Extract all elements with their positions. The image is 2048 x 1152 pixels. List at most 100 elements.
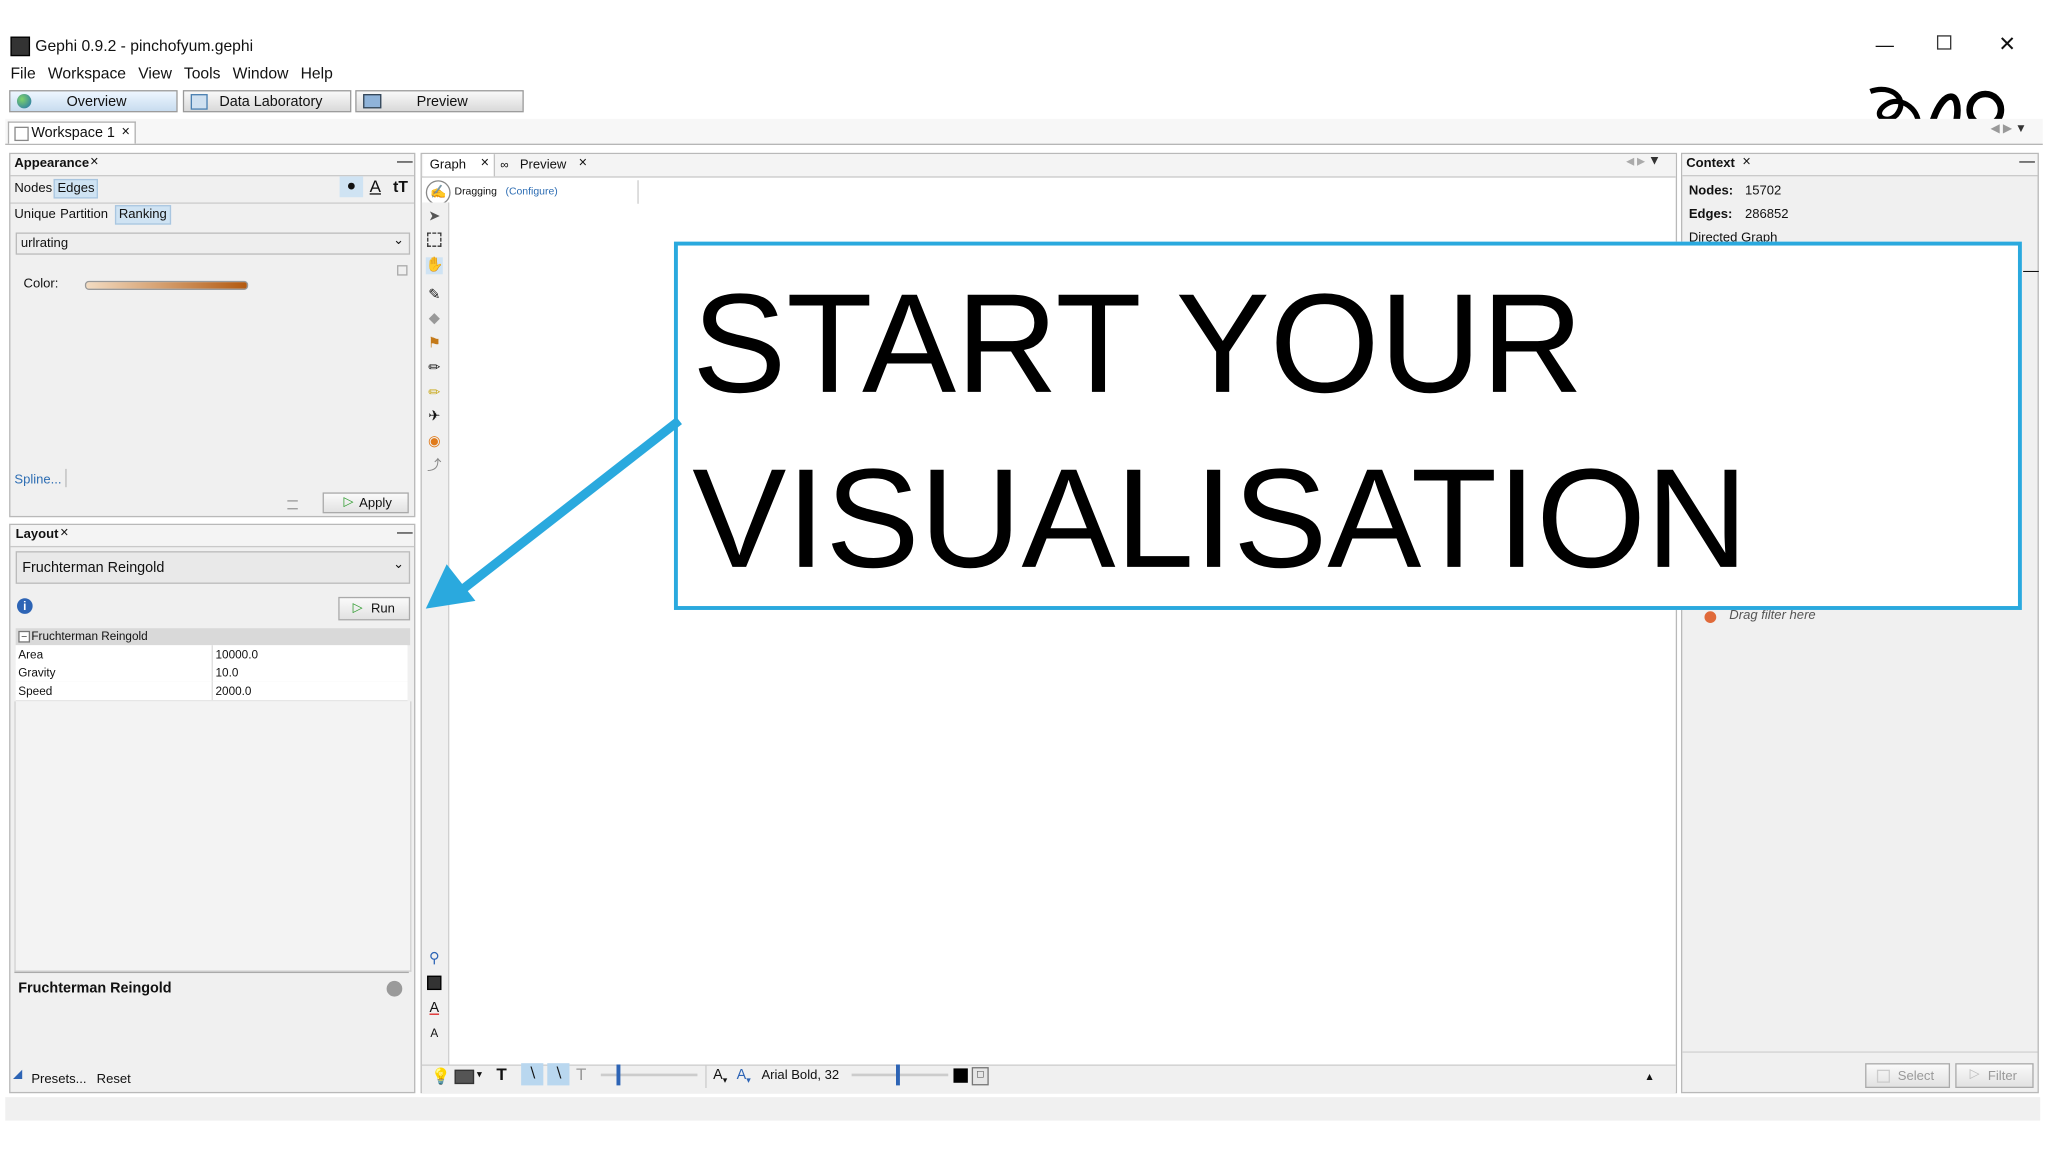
tab-graph[interactable]: Graph × [423, 154, 496, 177]
menu-workspace[interactable]: Workspace [48, 64, 126, 82]
slider-thumb[interactable] [895, 1064, 900, 1086]
label-color-swatch[interactable] [953, 1068, 968, 1083]
screenshot-icon[interactable] [454, 1069, 475, 1085]
edges-count-label: Edges: [1688, 207, 1733, 223]
label-attributes-icon[interactable]: □ [971, 1067, 989, 1086]
reset-link[interactable]: Reset [97, 1072, 131, 1086]
attribute-dropdown[interactable]: urlrating ⌄ [15, 232, 411, 255]
menu-window[interactable]: Window [233, 64, 289, 82]
restore-button[interactable] [1936, 35, 1952, 50]
property-row-speed[interactable]: Speed 2000.0 [15, 681, 408, 702]
property-row-area[interactable]: Area 10000.0 [15, 645, 408, 665]
table-icon [190, 94, 208, 110]
presets-link[interactable]: Presets... [31, 1072, 86, 1086]
font-increase-icon[interactable]: A▾ [737, 1067, 751, 1086]
nodes-count-label: Nodes: [1688, 184, 1734, 199]
edge-straight-icon[interactable]: ∖ [521, 1063, 544, 1086]
overview-mode-button[interactable]: Overview [9, 90, 178, 113]
close-appearance-icon[interactable]: × [90, 154, 98, 170]
gradient-options-icon[interactable] [397, 265, 408, 276]
label-size-icon[interactable]: tT [393, 178, 408, 196]
pencil-icon[interactable]: ✏ [426, 360, 443, 377]
painter-icon[interactable]: ⚑ [426, 336, 443, 353]
menu-bar: File Workspace View Tools Window Help [10, 64, 332, 82]
menu-file[interactable]: File [10, 64, 35, 82]
filter-button[interactable]: ▷ Filter [1955, 1063, 2034, 1088]
menu-tools[interactable]: Tools [184, 64, 221, 82]
minimize-panel-icon[interactable]: — [397, 152, 413, 170]
workspace-checkbox [14, 126, 29, 142]
font-size-icon[interactable]: A [426, 1025, 443, 1042]
label-color-icon[interactable]: A [370, 176, 381, 196]
show-labels-icon[interactable]: T [496, 1064, 506, 1084]
edge-curved-icon[interactable]: ∖ [547, 1063, 570, 1086]
workspace-tab[interactable]: Workspace 1 × [7, 121, 136, 144]
select-cursor-icon[interactable]: ➤ [426, 209, 443, 226]
ranking-list-icon[interactable] [287, 500, 298, 510]
chevron-down-icon: ⌄ [393, 557, 405, 573]
close-context-icon[interactable]: × [1742, 154, 1750, 170]
collapse-icon: – [18, 630, 31, 643]
tab-edges[interactable]: Edges [53, 178, 99, 199]
slider-thumb[interactable] [616, 1064, 621, 1086]
layout-tab-title[interactable]: Layout [16, 528, 59, 542]
diamond-icon[interactable]: ◆ [426, 311, 443, 328]
properties-group-header[interactable]: – Fruchterman Reingold [15, 628, 411, 646]
minimize-button[interactable]: — [1876, 34, 1894, 55]
lightbulb-icon[interactable]: 💡 [431, 1067, 451, 1085]
graph-tab-nav-icons[interactable]: ◀ ▶ ▼ [1626, 154, 1661, 168]
label-size-toggle-icon[interactable]: T [576, 1064, 586, 1084]
minimize-context-icon[interactable]: — [2019, 152, 2035, 170]
data-laboratory-mode-button[interactable]: Data Laboratory [182, 90, 352, 113]
close-window-button[interactable]: ✕ [1998, 31, 2016, 57]
menu-view[interactable]: View [138, 64, 172, 82]
close-workspace-icon[interactable]: × [121, 124, 129, 140]
select-icon [1876, 1069, 1890, 1083]
apply-button[interactable]: ▷ Apply [322, 492, 409, 514]
minimize-layout-icon[interactable]: — [397, 522, 413, 540]
font-color-icon[interactable]: A [426, 1000, 443, 1017]
zoom-fit-icon[interactable]: ⚲ [426, 951, 443, 968]
select-button[interactable]: Select [1865, 1063, 1951, 1088]
color-gradient-bar[interactable] [84, 280, 249, 290]
font-decrease-icon[interactable]: A▾ [713, 1067, 727, 1086]
property-row-gravity[interactable]: Gravity 10.0 [15, 663, 408, 684]
configure-link[interactable]: (Configure) [505, 185, 557, 197]
expand-toolbar-icon[interactable]: ▲ [1644, 1071, 1654, 1083]
edge-scale-slider[interactable] [600, 1064, 698, 1086]
tab-preview[interactable]: ∞ Preview × [496, 154, 595, 176]
brush-icon[interactable]: ✎ [426, 287, 443, 304]
font-selector[interactable]: Arial Bold, 32 [761, 1068, 839, 1082]
rectangle-select-icon[interactable] [426, 232, 443, 249]
menu-help[interactable]: Help [301, 64, 333, 82]
tab-nodes[interactable]: Nodes [14, 182, 52, 196]
preview-mode-button[interactable]: Preview [355, 90, 524, 113]
close-preview-tab-icon[interactable]: × [579, 155, 587, 171]
background-color-icon[interactable] [426, 975, 443, 993]
globe-icon [16, 94, 32, 109]
close-layout-icon[interactable]: × [60, 525, 68, 541]
layout-algorithm-dropdown[interactable]: Fruchterman Reingold ⌄ [15, 551, 411, 584]
monitor-icon [363, 94, 382, 109]
palette-icon[interactable]: ● [339, 176, 364, 198]
tab-partition[interactable]: Partition [60, 208, 108, 222]
drag-tool-icon[interactable]: ✋ [425, 257, 444, 275]
edge-pencil-icon[interactable]: ✏ [426, 385, 443, 402]
font-scale-slider[interactable] [851, 1064, 949, 1086]
context-tab-title[interactable]: Context [1686, 157, 1735, 171]
close-graph-tab-icon[interactable]: × [481, 155, 489, 171]
tools-strip [421, 202, 450, 1065]
tab-ranking[interactable]: Ranking [114, 205, 171, 225]
spline-link[interactable]: Spline... [14, 473, 61, 487]
drag-filter-hint[interactable]: Drag filter here [1729, 609, 1815, 623]
callout-arrow [425, 416, 682, 609]
appearance-tab-title[interactable]: Appearance [14, 157, 89, 171]
filters-panel-collapse-icon[interactable]: — [2023, 261, 2039, 279]
layout-description-title: Fruchterman Reingold [18, 980, 172, 997]
tab-scroll-icons[interactable]: ◀ ▶ ▼ [1991, 121, 2027, 135]
tab-unique[interactable]: Unique [14, 208, 55, 222]
run-button[interactable]: ▷ Run [338, 596, 411, 621]
screenshot-dropdown-icon[interactable]: ▾ [477, 1068, 482, 1080]
info-icon[interactable]: i [16, 598, 33, 614]
callout-box: START YOUR VISUALISATION [673, 241, 2022, 610]
